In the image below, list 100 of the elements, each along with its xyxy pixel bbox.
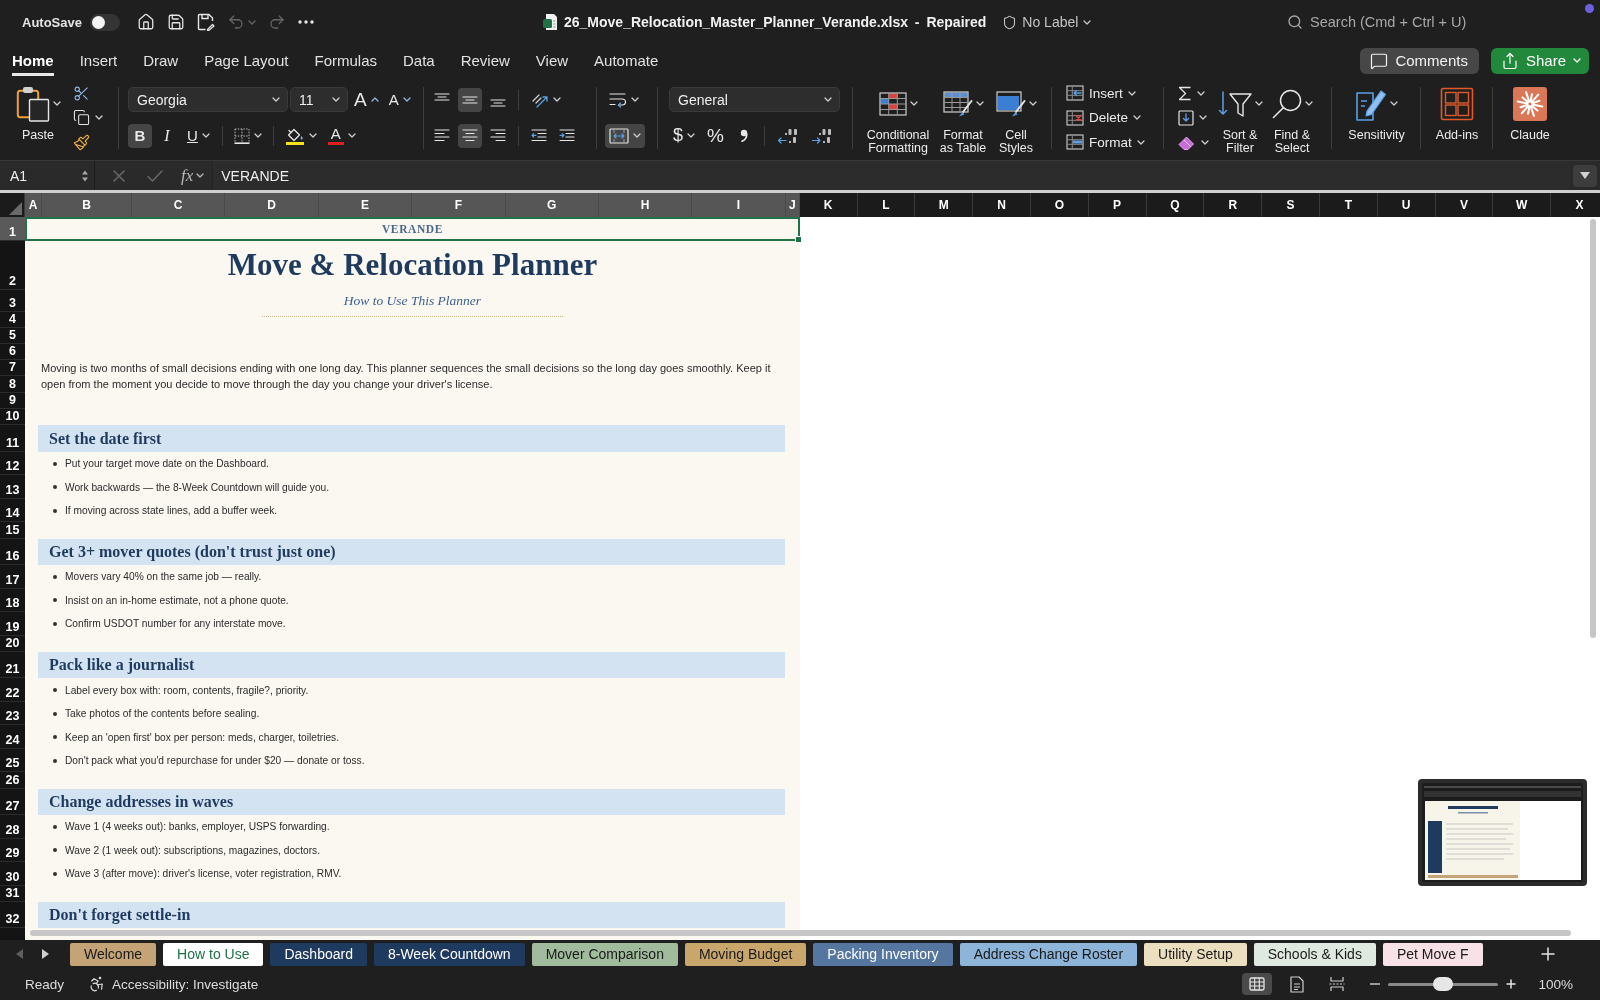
- conditional-formatting-button[interactable]: Conditional Formatting: [862, 79, 934, 156]
- italic-button[interactable]: I: [155, 123, 179, 148]
- delete-cells-icon: [1066, 109, 1084, 126]
- sheet-tab[interactable]: How to Use: [163, 942, 264, 966]
- shield-icon: [1002, 14, 1018, 30]
- fill-handle[interactable]: [795, 235, 802, 243]
- cancel-button[interactable]: [111, 167, 127, 184]
- page-break-icon: [1329, 976, 1346, 992]
- cell-styles-button[interactable]: Cell Styles: [992, 79, 1040, 156]
- align-middle-icon: [462, 95, 478, 104]
- delete-cells-button[interactable]: Delete: [1063, 106, 1148, 129]
- search-field[interactable]: Search (Cmd + Ctrl + U): [1310, 14, 1490, 30]
- ribbon-tab[interactable]: View: [535, 45, 569, 76]
- selected-cell[interactable]: VERANDE: [25, 217, 800, 241]
- sensitivity-button[interactable]: Sensitivity: [1343, 79, 1410, 156]
- comments-button[interactable]: Comments: [1360, 47, 1479, 74]
- sensitivity-label-button[interactable]: No Label: [1000, 12, 1094, 32]
- sheet-tab[interactable]: Packing Inventory: [813, 942, 953, 966]
- row-header[interactable]: 1: [0, 217, 25, 241]
- caret-icon: [553, 97, 561, 102]
- add-ins-button[interactable]: Add-ins: [1432, 79, 1482, 156]
- align-center-button[interactable]: [458, 123, 482, 148]
- caret-icon: [1136, 139, 1145, 145]
- sheet-tab[interactable]: Welcome: [70, 942, 157, 966]
- insert-cells-button[interactable]: Insert: [1063, 81, 1148, 105]
- bullet-icon: [53, 461, 57, 466]
- ribbon-tab[interactable]: Page Layout: [204, 45, 289, 76]
- increase-decimal-icon: [776, 127, 799, 144]
- vertical-scrollbar[interactable]: [1590, 219, 1596, 638]
- row-header[interactable]: 26: [0, 772, 25, 789]
- bold-button[interactable]: B: [128, 123, 152, 148]
- merge-center-button[interactable]: [605, 123, 645, 148]
- ribbon-tab[interactable]: Automate: [594, 45, 659, 76]
- horizontal-scrollbar[interactable]: [30, 930, 1571, 936]
- sheet-tab[interactable]: Pet Move F: [1382, 942, 1483, 966]
- sheet-tab[interactable]: Mover Comparison: [531, 942, 678, 966]
- column-header[interactable]: I: [692, 193, 786, 217]
- share-button[interactable]: Share: [1490, 47, 1589, 74]
- bullet-icon: [53, 485, 57, 490]
- sheet-tab[interactable]: 8-Week Countdown: [373, 942, 525, 966]
- column-header[interactable]: B: [42, 193, 132, 217]
- wrap-text-icon: [609, 91, 627, 108]
- row-header[interactable]: 7: [0, 360, 25, 377]
- expand-formula-button[interactable]: [1573, 164, 1597, 187]
- grow-font-button[interactable]: A: [350, 87, 383, 112]
- find-select-button[interactable]: Find & Select: [1268, 79, 1316, 156]
- caret-icon: [631, 97, 639, 102]
- more-icon: [297, 20, 314, 24]
- bullet-text: Movers vary 40% on the same job — really.: [65, 571, 262, 583]
- spreadsheet-file-icon: [542, 13, 558, 31]
- zoom-slider-thumb[interactable]: [1433, 977, 1454, 991]
- column-header[interactable]: F: [412, 193, 506, 217]
- row-header[interactable]: 4: [0, 312, 25, 328]
- font-size-dropdown[interactable]: 11: [290, 87, 348, 112]
- claude-button[interactable]: Claude: [1504, 79, 1556, 156]
- shrink-font-button[interactable]: A: [384, 87, 415, 112]
- percent-button[interactable]: %: [703, 123, 728, 148]
- underline-button[interactable]: U: [182, 123, 215, 148]
- currency-button[interactable]: $: [669, 123, 699, 148]
- zoom-in-button[interactable]: [1504, 976, 1519, 992]
- sheet-tab[interactable]: Address Change Roster: [959, 942, 1138, 966]
- caret-icon: [1390, 101, 1398, 106]
- insert-function-button[interactable]: fx: [179, 163, 207, 188]
- font-name-dropdown[interactable]: Georgia: [128, 87, 288, 112]
- column-header[interactable]: A: [25, 193, 42, 217]
- paste-button[interactable]: Paste: [12, 79, 64, 156]
- row-header[interactable]: 15: [0, 522, 25, 539]
- column-header[interactable]: H: [598, 193, 693, 217]
- ribbon-tab[interactable]: Review: [460, 45, 510, 76]
- bullet-icon: [53, 871, 57, 876]
- sheet-tab[interactable]: Utility Setup: [1144, 942, 1247, 966]
- ribbon-tab[interactable]: Home: [12, 45, 54, 76]
- sheet-tab[interactable]: Moving Budget: [684, 942, 807, 966]
- enter-button[interactable]: [145, 167, 165, 184]
- ribbon-tab[interactable]: Insert: [79, 45, 118, 76]
- bullet-text: Take photos of the contents before sealing.: [65, 708, 260, 720]
- normal-view-button[interactable]: [1242, 973, 1273, 995]
- autosave-label: AutoSave: [22, 14, 82, 30]
- align-top-icon: [434, 92, 450, 101]
- sheet-tab[interactable]: Dashboard: [270, 942, 367, 966]
- row-header[interactable]: 8: [0, 376, 25, 393]
- format-as-table-button[interactable]: Format as Table: [936, 79, 990, 156]
- caret-icon: [201, 133, 210, 138]
- align-middle-button[interactable]: [458, 87, 482, 112]
- section-heading: Pack like a journalist: [38, 651, 785, 679]
- column-header[interactable]: E: [318, 193, 413, 217]
- column-header[interactable]: D: [225, 193, 319, 217]
- ribbon-tab[interactable]: Draw: [143, 45, 179, 76]
- column-header[interactable]: G: [505, 193, 599, 217]
- column-header[interactable]: C: [132, 193, 226, 217]
- accessibility-button[interactable]: Accessibility: Investigate: [88, 975, 259, 993]
- ribbon-tab[interactable]: Data: [403, 45, 435, 76]
- ribbon-tab[interactable]: Formulas: [314, 45, 377, 76]
- format-cells-button[interactable]: Format: [1063, 130, 1148, 154]
- sheet-tab[interactable]: Schools & Kids: [1253, 942, 1376, 966]
- sheet-subtitle: How to Use This Planner: [343, 292, 482, 309]
- font-color-button[interactable]: A: [323, 123, 360, 148]
- number-format-dropdown[interactable]: General: [669, 87, 840, 112]
- sort-filter-button[interactable]: Sort & Filter: [1218, 79, 1262, 156]
- autosave-toggle[interactable]: [89, 13, 120, 31]
